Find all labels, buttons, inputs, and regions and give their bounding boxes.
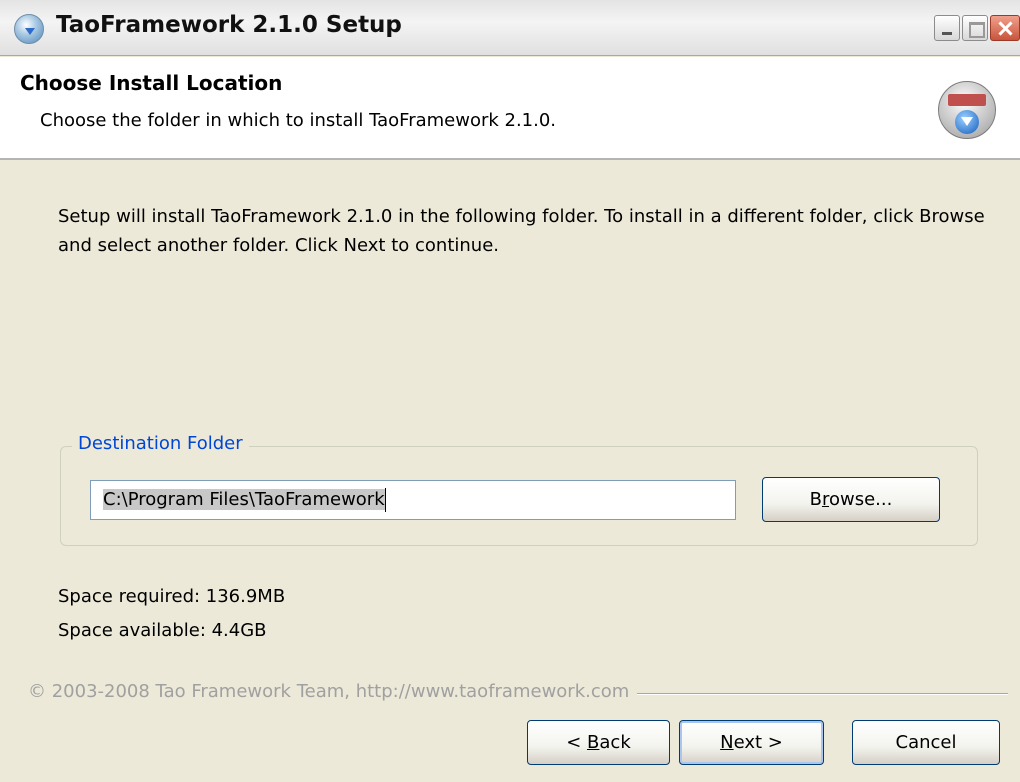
back-button-label: < Back [566,732,631,753]
destination-path-input[interactable]: C:\Program Files\TaoFramework [90,480,736,520]
wizard-header: Choose Install Location Choose the folde… [0,57,1020,160]
browse-button-label: Browse... [809,489,893,510]
space-required: Space required: 136.9MB [58,586,286,607]
window-title: TaoFramework 2.1.0 Setup [56,12,402,38]
installer-icon [14,14,44,44]
maximize-button[interactable] [962,15,988,41]
browse-button[interactable]: Browse... [762,477,940,522]
space-available: Space available: 4.4GB [58,620,267,641]
page-title: Choose Install Location [20,71,283,95]
copyright-text: © 2003-2008 Tao Framework Team, http://w… [28,681,638,702]
text-caret [384,488,386,512]
intro-text: Setup will install TaoFramework 2.1.0 in… [58,206,985,256]
title-bar[interactable]: TaoFramework 2.1.0 Setup [0,0,1020,56]
destination-path-text: C:\Program Files\TaoFramework [103,489,385,510]
setup-window: TaoFramework 2.1.0 Setup Choose Install … [0,0,1020,782]
next-button-label: Next > [720,732,783,753]
minimize-button[interactable] [934,15,960,41]
next-button[interactable]: Next > [679,720,824,765]
install-disc-icon [938,81,996,139]
cancel-button[interactable]: Cancel [852,720,1000,765]
page-subtitle: Choose the folder in which to install Ta… [40,110,557,131]
close-button[interactable] [990,15,1020,41]
back-button[interactable]: < Back [527,720,670,765]
destination-legend: Destination Folder [72,433,249,454]
